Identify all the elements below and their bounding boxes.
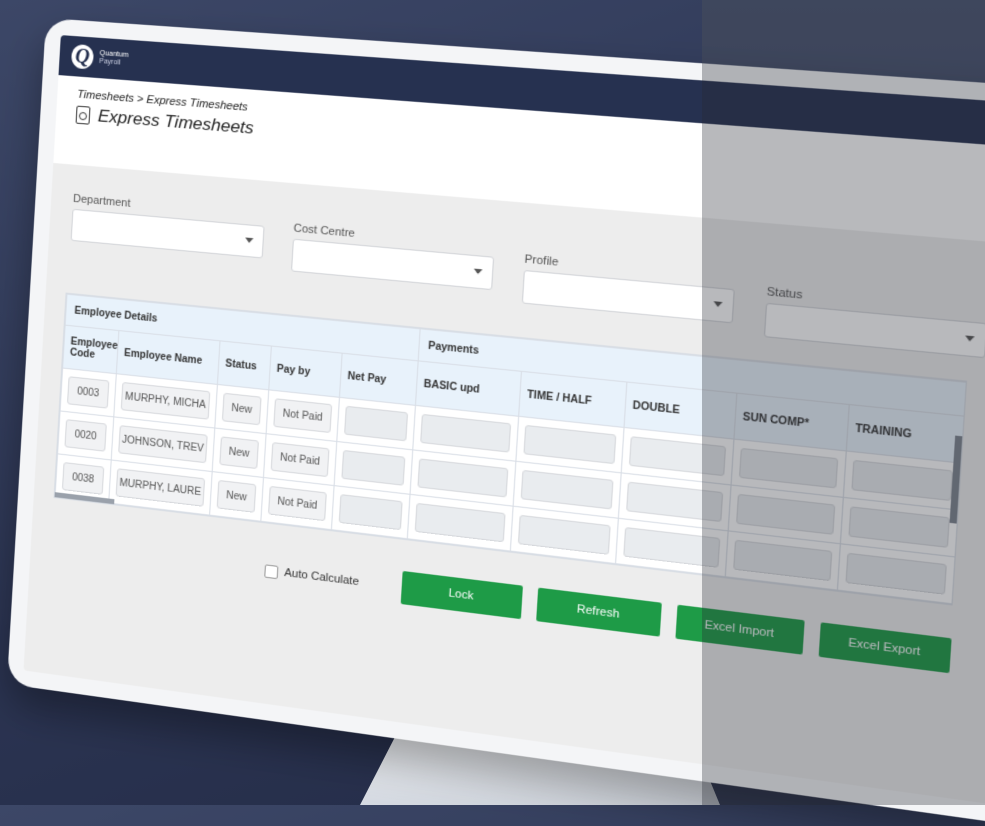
status-filter: Status xyxy=(763,286,985,359)
employee-code-field[interactable]: 0038 xyxy=(61,462,105,495)
dropdown-caret-icon xyxy=(964,335,975,342)
status-field[interactable]: New xyxy=(221,392,262,426)
employee-name-field[interactable]: MURPHY, MICHA xyxy=(120,381,211,420)
cell: Not Paid xyxy=(266,389,340,442)
lock-button[interactable]: Lock xyxy=(400,570,523,620)
dropdown-caret-icon xyxy=(713,301,723,308)
sun-comp-input[interactable] xyxy=(736,493,836,535)
net-pay-input[interactable] xyxy=(338,494,403,531)
net-pay-input[interactable] xyxy=(341,449,406,486)
col-status: Status xyxy=(217,340,272,390)
cell: 0020 xyxy=(57,410,114,460)
time-half-input[interactable] xyxy=(517,514,611,555)
employee-code-field[interactable]: 0020 xyxy=(64,419,107,452)
excel-import-button[interactable]: Excel Import xyxy=(674,604,805,655)
pay-by-field[interactable]: Not Paid xyxy=(270,442,330,478)
training-input[interactable] xyxy=(851,459,954,502)
basic-upd-input[interactable] xyxy=(414,502,506,543)
basic-upd-input[interactable] xyxy=(417,458,509,498)
auto-calculate-checkbox[interactable] xyxy=(264,563,279,579)
monitor: Q Quantum Payroll Timesheets > Express T… xyxy=(6,18,985,826)
profile-filter: Profile xyxy=(521,253,736,334)
cell xyxy=(331,485,411,539)
double-input[interactable] xyxy=(626,481,724,523)
dropdown-caret-icon xyxy=(244,237,254,244)
cell: Not Paid xyxy=(260,477,335,530)
col-net-pay: Net Pay xyxy=(339,353,419,406)
app-screen: Q Quantum Payroll Timesheets > Express T… xyxy=(23,35,985,806)
excel-export-button[interactable]: Excel Export xyxy=(818,622,952,674)
pay-by-field[interactable]: Not Paid xyxy=(268,485,327,522)
col-employee-code: Employee Code xyxy=(62,325,119,374)
double-input[interactable] xyxy=(623,527,721,568)
cell: New xyxy=(214,384,269,434)
dropdown-caret-icon xyxy=(473,268,483,275)
status-field[interactable]: New xyxy=(216,479,257,513)
training-input[interactable] xyxy=(848,506,950,548)
auto-calculate-toggle[interactable]: Auto Calculate xyxy=(264,563,360,589)
sun-comp-input[interactable] xyxy=(733,539,833,582)
timesheet-icon xyxy=(75,105,91,125)
net-pay-input[interactable] xyxy=(344,405,409,442)
employee-name-field[interactable]: JOHNSON, TREV xyxy=(118,425,208,464)
status-field[interactable]: New xyxy=(219,436,259,470)
cell: New xyxy=(209,471,264,522)
sun-comp-input[interactable] xyxy=(738,447,839,489)
department-filter: Department xyxy=(69,193,266,289)
double-input[interactable] xyxy=(628,436,727,477)
cell: 0003 xyxy=(60,368,117,417)
training-input[interactable] xyxy=(845,552,947,595)
pay-by-field[interactable]: Not Paid xyxy=(273,398,333,434)
logo-icon: Q xyxy=(70,43,95,70)
refresh-button[interactable]: Refresh xyxy=(535,587,662,637)
time-half-input[interactable] xyxy=(523,424,617,465)
brand-text: Quantum Payroll xyxy=(99,50,129,68)
auto-calculate-label: Auto Calculate xyxy=(283,566,360,589)
cell: New xyxy=(212,428,267,478)
time-half-input[interactable] xyxy=(520,469,614,510)
col-pay-by: Pay by xyxy=(268,346,343,398)
cost-centre-filter: Cost Centre xyxy=(290,222,495,311)
employee-name-field[interactable]: MURPHY, LAURE xyxy=(115,468,206,507)
basic-upd-input[interactable] xyxy=(420,413,512,453)
employee-code-field[interactable]: 0003 xyxy=(66,376,110,409)
brand: Q Quantum Payroll xyxy=(70,43,129,72)
